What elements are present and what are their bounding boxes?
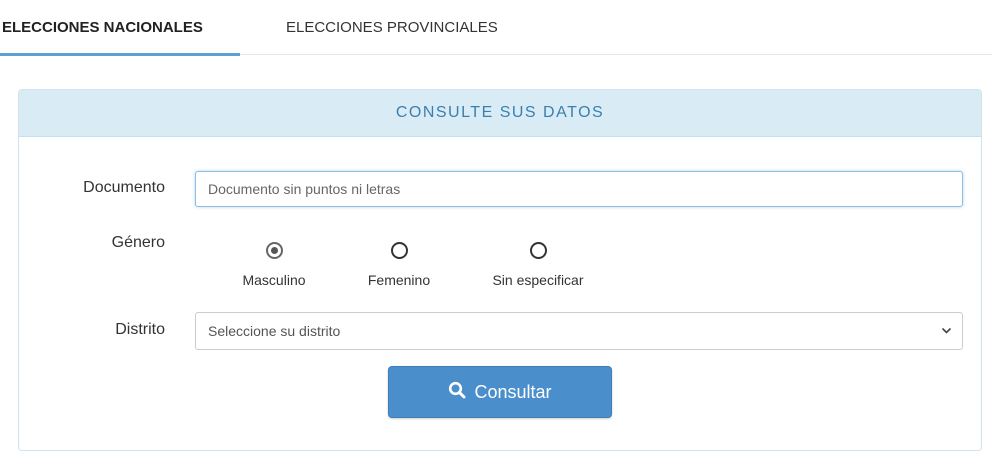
- chevron-down-icon: [941, 313, 952, 364]
- genero-label: Género: [111, 234, 165, 251]
- radio-masculino[interactable]: [265, 242, 283, 259]
- tab-elecciones-nacionales[interactable]: ELECCIONES NACIONALES: [0, 0, 240, 56]
- radio-option-sin-especificar[interactable]: Sin especificar: [483, 242, 593, 288]
- radio-option-femenino[interactable]: Femenino: [358, 242, 440, 288]
- distrito-selected-value: Seleccione su distrito: [208, 323, 341, 339]
- search-icon: [448, 381, 474, 404]
- distrito-label: Distrito: [115, 321, 165, 338]
- radio-option-masculino[interactable]: Masculino: [239, 242, 309, 288]
- radio-label-femenino: Femenino: [367, 272, 431, 288]
- radio-label-sin-especificar: Sin especificar: [492, 272, 584, 288]
- consulta-panel: CONSULTE SUS DATOS Documento Género Masc…: [18, 89, 982, 451]
- panel-title: CONSULTE SUS DATOS: [19, 90, 981, 137]
- radio-sin-especificar[interactable]: [529, 242, 547, 259]
- tab-elecciones-provinciales[interactable]: ELECCIONES PROVINCIALES: [286, 0, 498, 55]
- radio-femenino[interactable]: [390, 242, 408, 259]
- consultar-button[interactable]: Consultar: [388, 366, 612, 418]
- documento-label: Documento: [83, 179, 165, 196]
- documento-input[interactable]: [195, 171, 963, 207]
- radio-label-masculino: Masculino: [242, 272, 306, 288]
- consultar-label: Consultar: [474, 381, 552, 402]
- tab-bar: ELECCIONES NACIONALES ELECCIONES PROVINC…: [0, 0, 992, 56]
- distrito-select[interactable]: Seleccione su distrito: [195, 312, 963, 350]
